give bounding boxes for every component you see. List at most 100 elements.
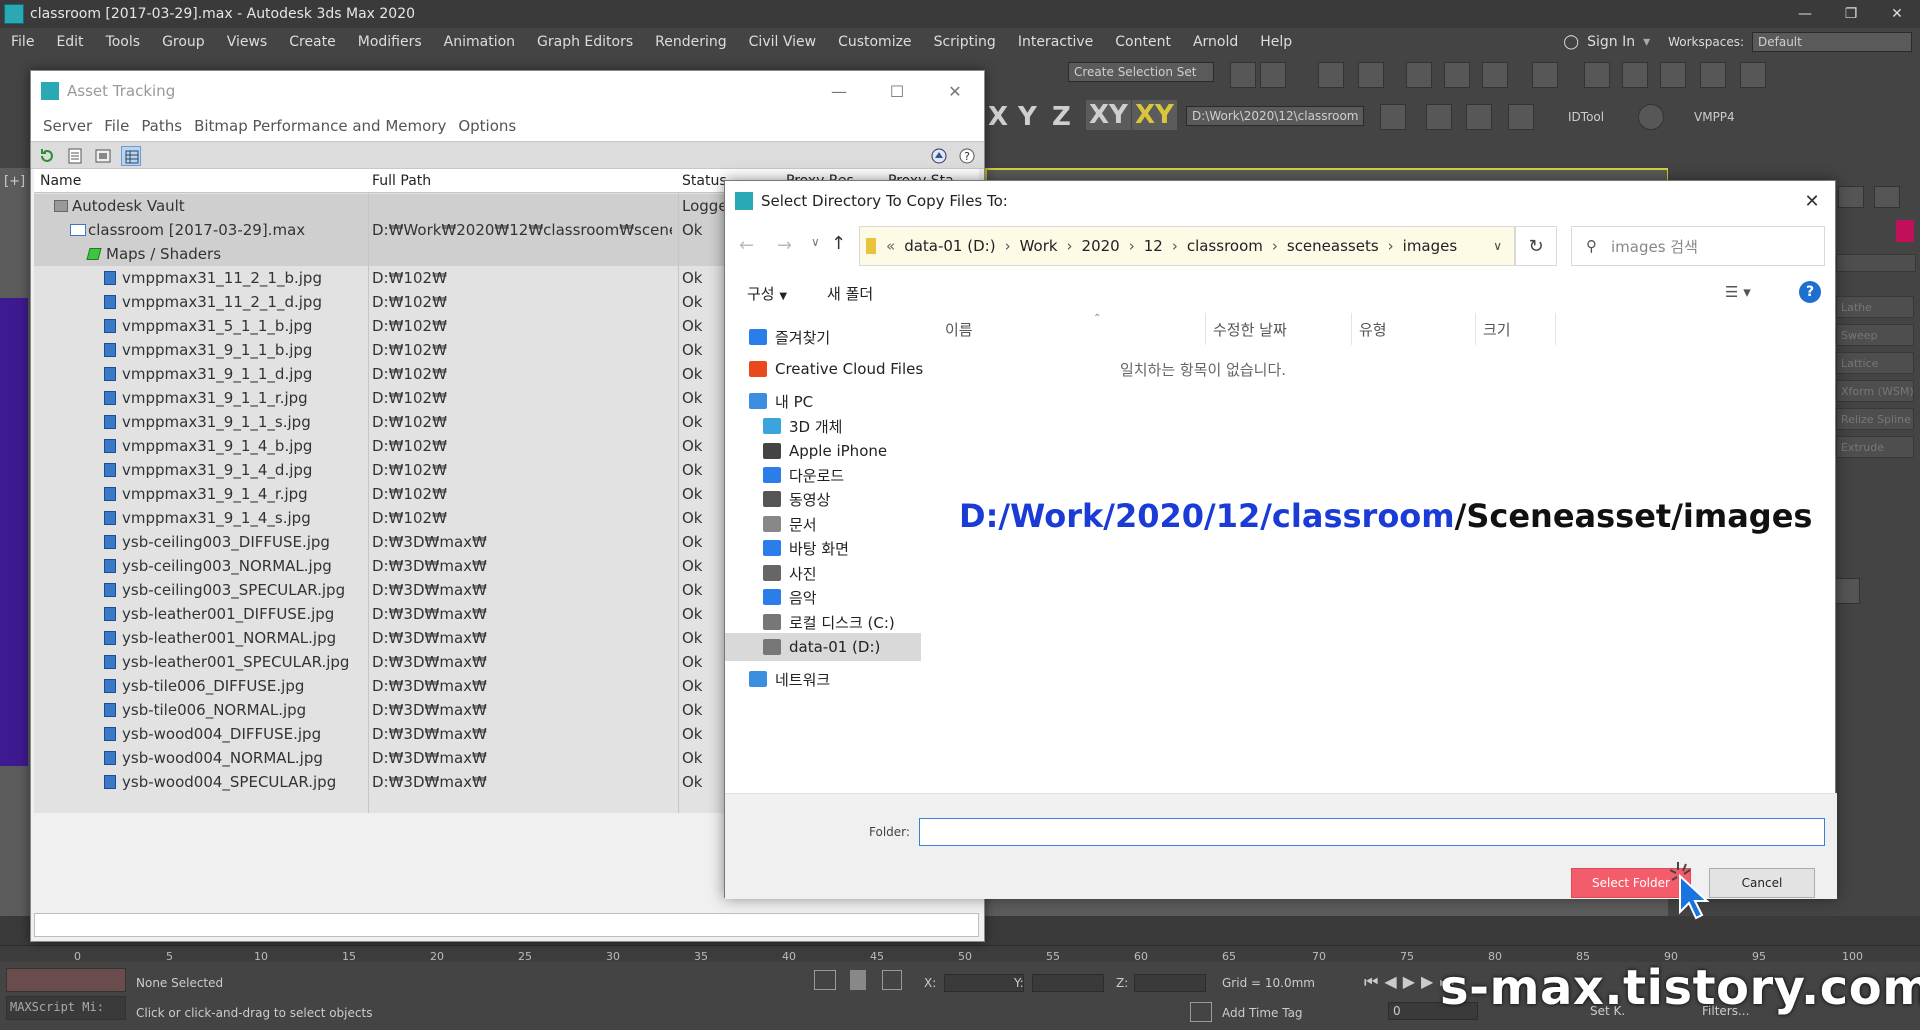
nav-item-music[interactable]: 음악 <box>725 583 921 611</box>
z-coord-field[interactable] <box>1134 974 1206 992</box>
modifier-button-lattice[interactable]: Lattice <box>1836 352 1914 374</box>
maxscript-listener-top[interactable] <box>6 968 126 992</box>
align-icon[interactable] <box>1260 62 1286 88</box>
schematic-view-icon[interactable] <box>1482 62 1508 88</box>
axis-xy-button[interactable]: XY <box>1086 100 1131 130</box>
menu-interactive[interactable]: Interactive <box>1007 34 1104 50</box>
add-time-tag[interactable]: Add Time Tag <box>1222 1006 1303 1020</box>
modifier-stack-icon[interactable] <box>1834 578 1860 604</box>
menu-views[interactable]: Views <box>216 34 279 50</box>
breadcrumb-item[interactable]: data-01 (D:) <box>899 237 1000 255</box>
idtool-label[interactable]: IDTool <box>1568 110 1604 124</box>
nav-item-star[interactable]: 즐겨찾기 <box>725 323 921 351</box>
column-status[interactable]: Status <box>682 173 727 189</box>
column-type[interactable]: 유형 <box>1359 319 1387 340</box>
modifier-list-dropdown[interactable] <box>1836 254 1916 272</box>
nav-item-network[interactable]: 네트워크 <box>725 665 921 693</box>
project-path-dropdown[interactable]: D:\Work\2020\12\classroom <box>1186 106 1364 126</box>
open-folder-icon[interactable] <box>1426 104 1452 130</box>
breadcrumb-separator-icon[interactable]: › <box>1268 237 1282 255</box>
breadcrumb-separator-icon[interactable]: › <box>1125 237 1139 255</box>
asset-menu-server[interactable]: Server <box>37 117 98 135</box>
asset-minimize-button[interactable]: — <box>810 82 868 101</box>
search-box[interactable]: ⚲ images 검색 <box>1571 226 1825 266</box>
column-name[interactable]: Name <box>40 173 81 189</box>
column-full-path[interactable]: Full Path <box>372 173 431 189</box>
breadcrumb-item[interactable]: 2020 <box>1077 237 1125 255</box>
organize-button[interactable]: 구성 ▼ <box>747 283 787 304</box>
menu-tools[interactable]: Tools <box>95 34 152 50</box>
curve-editor-icon[interactable] <box>1444 62 1470 88</box>
axis-x-button[interactable]: X <box>988 102 1008 132</box>
x-coord-field[interactable] <box>944 974 1024 992</box>
time-tag-icon[interactable] <box>1190 1002 1212 1022</box>
axis-y-button[interactable]: Y <box>1018 102 1037 132</box>
command-panel-icon[interactable] <box>1838 186 1864 208</box>
menu-create[interactable]: Create <box>278 34 347 50</box>
nav-item-cube-3d[interactable]: 3D 개체 <box>725 412 921 440</box>
breadcrumb-separator-icon[interactable]: › <box>1001 237 1015 255</box>
up-arrow-icon[interactable]: ↑ <box>831 233 846 254</box>
nav-item-video[interactable]: 동영상 <box>725 485 921 513</box>
render-icon[interactable] <box>1660 62 1686 88</box>
breadcrumb-item[interactable]: sceneassets <box>1282 237 1384 255</box>
modifier-button-relize-spline[interactable]: Relize Spline <box>1836 408 1914 430</box>
isolate-selection-icon[interactable] <box>814 970 836 990</box>
close-button[interactable]: ✕ <box>1874 0 1920 28</box>
dialog-close-button[interactable]: ✕ <box>1789 191 1835 212</box>
help-icon[interactable]: ? <box>1799 281 1821 303</box>
ribbon-icon[interactable] <box>1406 62 1432 88</box>
thumbnail-view-icon[interactable] <box>93 146 113 166</box>
workspace-dropdown[interactable]: Default <box>1752 32 1912 52</box>
lock-selection-icon[interactable] <box>850 970 866 990</box>
menu-edit[interactable]: Edit <box>45 34 94 50</box>
hex-settings-icon[interactable] <box>1638 104 1664 130</box>
menu-customize[interactable]: Customize <box>827 34 923 50</box>
object-color-swatch[interactable] <box>1896 220 1914 242</box>
column-name[interactable]: 이름 <box>945 319 973 340</box>
breadcrumb-item[interactable]: 12 <box>1139 237 1168 255</box>
overflow-chevron-icon[interactable]: « <box>882 237 899 255</box>
axis-z-button[interactable]: Z <box>1052 102 1071 132</box>
render-teapot-icon[interactable] <box>1740 62 1766 88</box>
menu-arnold[interactable]: Arnold <box>1182 34 1249 50</box>
asset-menu-options[interactable]: Options <box>452 117 522 135</box>
nav-item-creative-cloud[interactable]: Creative Cloud Files <box>725 355 923 383</box>
menu-animation[interactable]: Animation <box>433 34 526 50</box>
maxscript-mini-listener[interactable]: MAXScript Mi: <box>6 996 126 1020</box>
breadcrumb-separator-icon[interactable]: › <box>1384 237 1398 255</box>
layer-explorer-icon[interactable] <box>1318 62 1344 88</box>
minimize-button[interactable]: — <box>1782 0 1828 28</box>
modifier-button-lathe[interactable]: Lathe <box>1836 296 1914 318</box>
axis-xy-constraint-button[interactable]: XY <box>1132 100 1177 130</box>
asset-menu-file[interactable]: File <box>98 117 135 135</box>
asset-close-button[interactable]: ✕ <box>926 82 984 101</box>
menu-modifiers[interactable]: Modifiers <box>347 34 433 50</box>
breadcrumb-separator-icon[interactable]: › <box>1168 237 1182 255</box>
project-folder-icon[interactable] <box>1380 104 1406 130</box>
breadcrumb-item[interactable]: images <box>1398 237 1463 255</box>
asset-menu-paths[interactable]: Paths <box>135 117 188 135</box>
help-icon[interactable]: ? <box>957 146 977 166</box>
menu-rendering[interactable]: Rendering <box>644 34 738 50</box>
breadcrumb-separator-icon[interactable]: › <box>1063 237 1077 255</box>
new-folder-button[interactable]: 새 폴더 <box>827 283 873 304</box>
vault-connection-icon[interactable] <box>929 146 949 166</box>
view-options-icon[interactable]: ☰ ▾ <box>1725 283 1751 301</box>
save-folder-icon[interactable] <box>1466 104 1492 130</box>
render-frame-icon[interactable] <box>1622 62 1648 88</box>
menu-help[interactable]: Help <box>1249 34 1303 50</box>
menu-file[interactable]: File <box>0 34 45 50</box>
selection-set-dropdown[interactable]: Create Selection Set <box>1068 62 1214 82</box>
column-date-modified[interactable]: 수정한 날짜 <box>1213 319 1287 340</box>
address-bar[interactable]: « data-01 (D:) › Work › 2020 › 12 › classroom › sc… <box>859 226 1515 266</box>
nav-item-drive-c[interactable]: 로컬 디스크 (C:) <box>725 608 921 636</box>
menu-civil-view[interactable]: Civil View <box>738 34 827 50</box>
y-coord-field[interactable] <box>1032 974 1104 992</box>
list-view-icon[interactable] <box>65 146 85 166</box>
refresh-icon[interactable]: ↻ <box>1515 226 1557 266</box>
address-dropdown-icon[interactable]: ∨ <box>1493 239 1514 253</box>
asset-menu-bitmap-performance-and-memory[interactable]: Bitmap Performance and Memory <box>188 117 452 135</box>
forward-arrow-icon[interactable]: → <box>777 235 792 256</box>
render-online-icon[interactable] <box>1700 62 1726 88</box>
